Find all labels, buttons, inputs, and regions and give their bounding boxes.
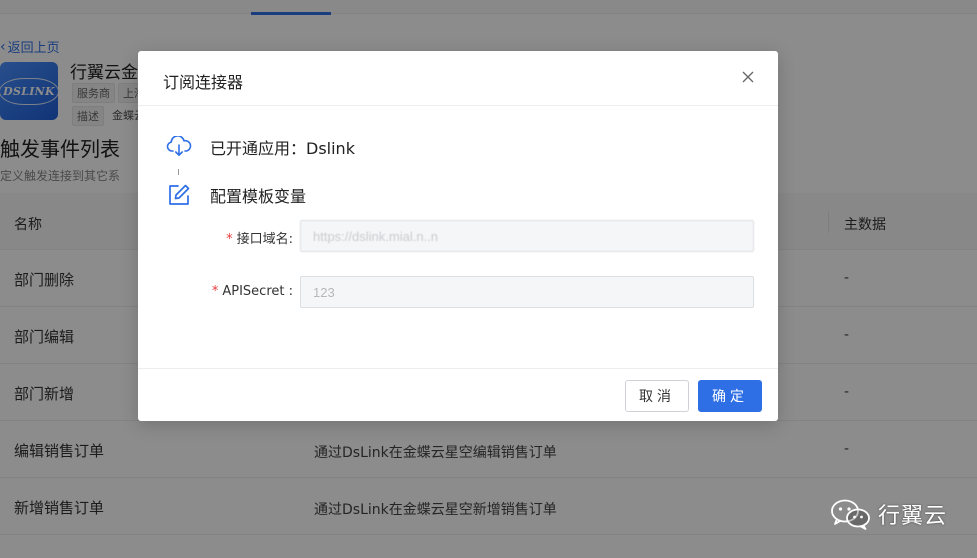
confirm-button[interactable]: 确定 bbox=[698, 380, 762, 412]
step-configure-variables-text: 配置模板变量 bbox=[210, 187, 307, 206]
field-api-secret: * APISecret : bbox=[138, 276, 778, 308]
field-api-secret-label-text: APISecret : bbox=[222, 284, 293, 299]
required-mark: * bbox=[226, 232, 233, 247]
required-mark: * bbox=[211, 284, 219, 299]
edit-icon bbox=[166, 182, 192, 208]
step-app-enabled-text: 已开通应用：Dslink bbox=[210, 139, 355, 158]
cloud-download-icon bbox=[166, 134, 192, 160]
step-configure-variables: 配置模板变量 bbox=[166, 182, 306, 208]
field-api-domain: * 接口域名: bbox=[138, 220, 778, 252]
api-domain-input[interactable] bbox=[300, 220, 754, 252]
watermark: 行翼云 bbox=[830, 498, 947, 530]
close-button[interactable] bbox=[736, 65, 760, 89]
field-api-domain-label: * 接口域名: bbox=[226, 228, 293, 247]
step-connector bbox=[178, 169, 179, 175]
subscribe-connector-dialog: 订阅连接器 已开通应用：Dslink 配置模板变量 * 接口域名: https:… bbox=[138, 51, 778, 421]
dialog-footer: 取消 确定 bbox=[138, 368, 778, 421]
watermark-text: 行翼云 bbox=[877, 504, 947, 529]
close-icon bbox=[742, 71, 754, 83]
wechat-icon bbox=[831, 499, 870, 530]
field-api-domain-label-text: 接口域名: bbox=[236, 232, 293, 247]
dialog-header: 订阅连接器 bbox=[138, 51, 778, 106]
dialog-title: 订阅连接器 bbox=[163, 73, 244, 92]
api-secret-input[interactable] bbox=[300, 276, 754, 308]
cancel-button[interactable]: 取消 bbox=[625, 380, 689, 412]
dialog-body: 已开通应用：Dslink 配置模板变量 *接口域名: *APISecret : bbox=[138, 106, 778, 368]
field-api-secret-label: * APISecret : bbox=[212, 284, 293, 299]
step-app-enabled: 已开通应用：Dslink bbox=[166, 134, 355, 160]
